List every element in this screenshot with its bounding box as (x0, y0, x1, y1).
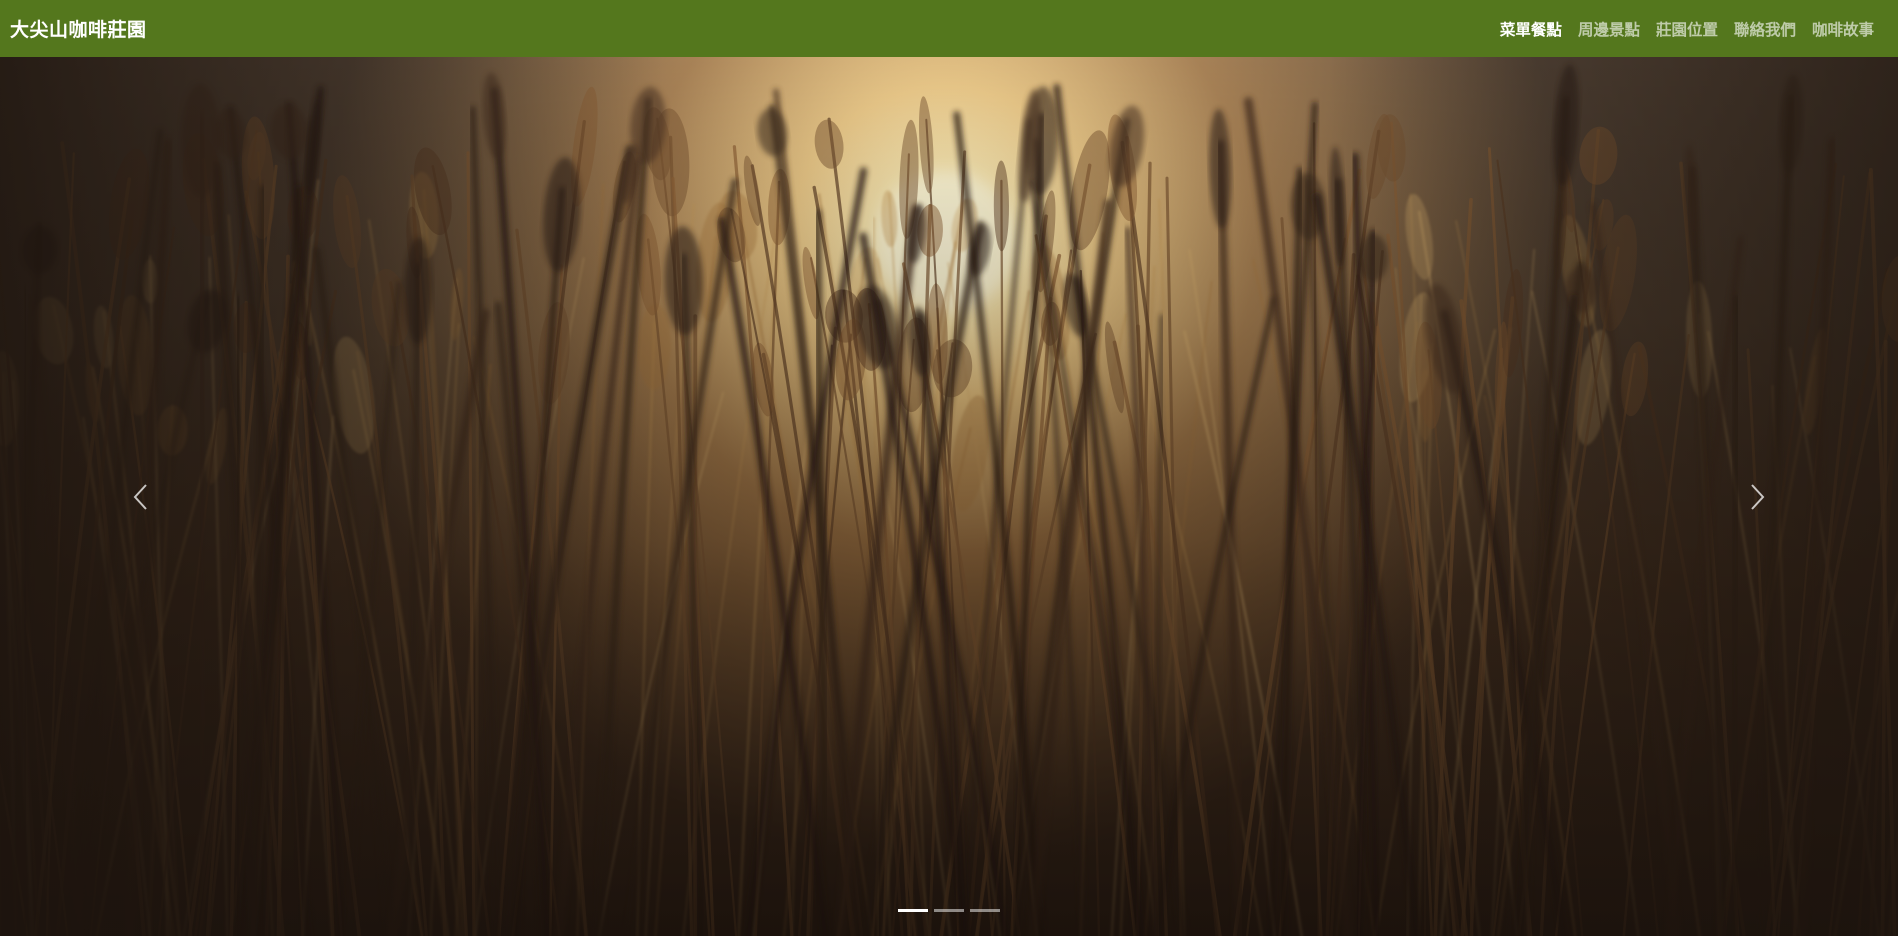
carousel-indicators (0, 909, 1898, 912)
nav-item-story[interactable]: 咖啡故事 (1804, 18, 1882, 40)
carousel-indicator-2[interactable] (934, 909, 964, 912)
brand-link[interactable]: 大尖山咖啡莊園 (10, 15, 147, 42)
carousel-prev-button[interactable] (10, 57, 270, 936)
nav-item-contact[interactable]: 聯絡我們 (1726, 18, 1804, 40)
page: 大尖山咖啡莊園 菜單餐點 周邊景點 莊園位置 聯絡我們 咖啡故事 (0, 0, 1898, 936)
nav-links: 菜單餐點 周邊景點 莊園位置 聯絡我們 咖啡故事 (1492, 18, 1882, 40)
nav-item-menu[interactable]: 菜單餐點 (1492, 18, 1570, 40)
chevron-left-icon (133, 483, 147, 510)
carousel-next-button[interactable] (1628, 57, 1888, 936)
chevron-right-icon (1751, 483, 1765, 510)
navbar: 大尖山咖啡莊園 菜單餐點 周邊景點 莊園位置 聯絡我們 咖啡故事 (0, 0, 1898, 57)
carousel-indicator-3[interactable] (970, 909, 1000, 912)
hero-carousel (0, 57, 1898, 936)
nav-item-location[interactable]: 莊園位置 (1648, 18, 1726, 40)
carousel-indicator-1[interactable] (898, 909, 928, 912)
nav-item-attractions[interactable]: 周邊景點 (1570, 18, 1648, 40)
hero-image (0, 57, 1898, 936)
